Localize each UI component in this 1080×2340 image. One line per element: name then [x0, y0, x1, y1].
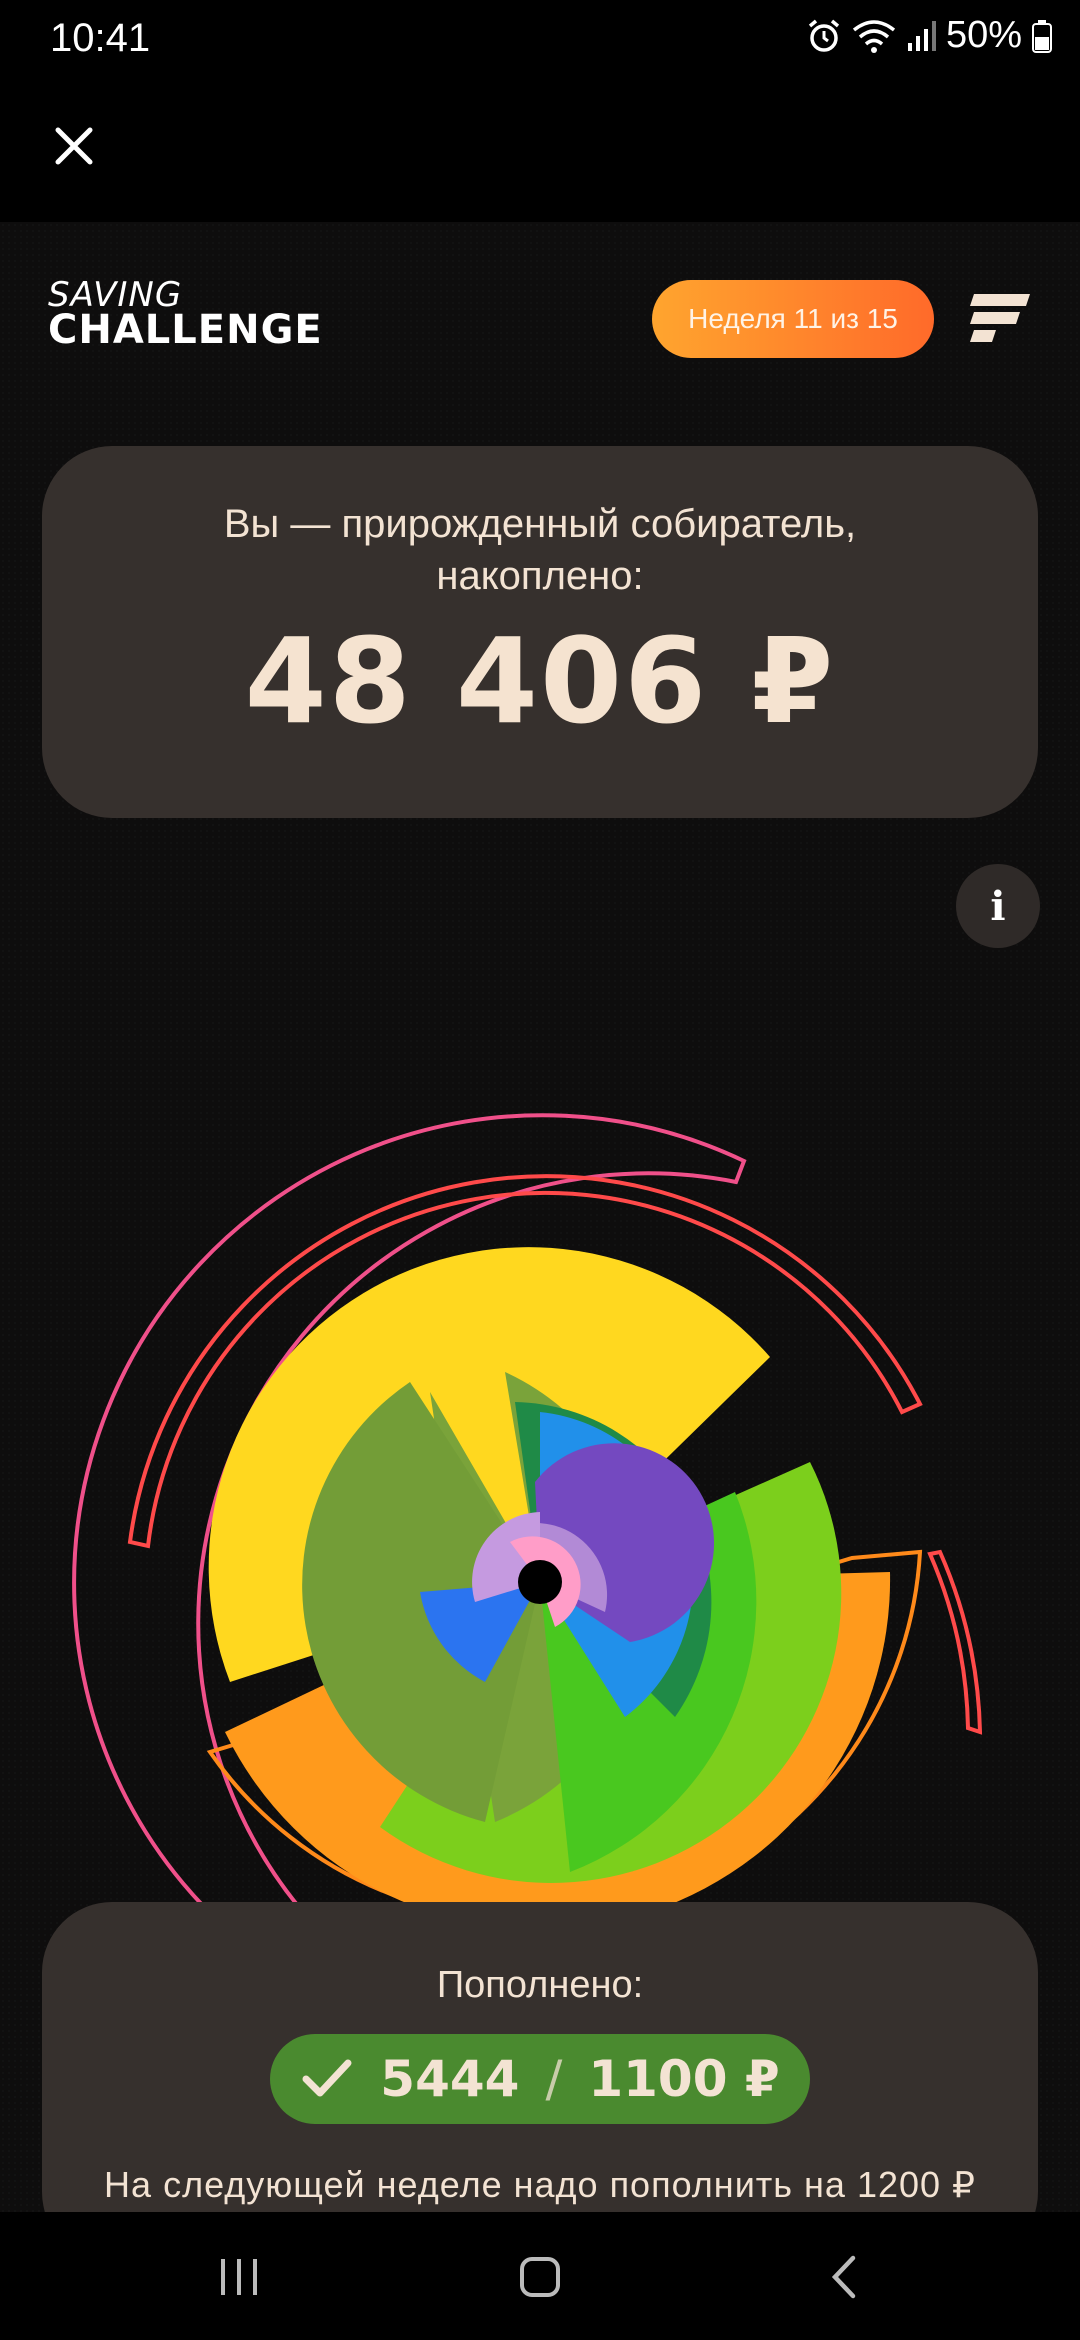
- home-button[interactable]: [495, 2242, 585, 2312]
- outline-arc-red-right: [927, 1549, 983, 1735]
- menu-button[interactable]: [966, 290, 1034, 348]
- status-bar: 10:41 50%: [0, 0, 1080, 82]
- status-icons: 50%: [806, 14, 1052, 57]
- top-app-bar: [0, 82, 1080, 222]
- menu-icon: [970, 294, 1030, 342]
- deposit-target: 1100 ₽: [588, 2050, 780, 2108]
- back-icon: [831, 2255, 856, 2299]
- content: SAVING CHALLENGE Неделя 11 из 15 Вы — пр…: [0, 222, 1080, 2212]
- close-icon: [55, 127, 93, 165]
- close-button[interactable]: [42, 114, 106, 178]
- deposit-status-pill: 5444 / 1100 ₽: [270, 2034, 810, 2124]
- check-icon: [302, 2059, 352, 2097]
- recent-apps-button[interactable]: [194, 2242, 284, 2312]
- screen: 10:41 50% SAVING CHALLENGE Неделя 11 из …: [0, 0, 1080, 2340]
- battery-icon: [1032, 19, 1052, 53]
- battery-percent: 50%: [945, 14, 1022, 56]
- status-time: 10:41: [50, 16, 151, 60]
- logo-bottom-text: CHALLENGE: [48, 307, 323, 353]
- wifi-icon: [852, 19, 896, 53]
- deposit-card: Пополнено: 5444 / 1100 ₽ На следующей не…: [42, 1902, 1038, 2212]
- summary-message-line2: накоплено:: [436, 554, 644, 598]
- deposit-title: Пополнено:: [436, 1964, 644, 2006]
- deposit-separator: /: [545, 2050, 563, 2108]
- signal-icon: [907, 20, 936, 51]
- week-progress-badge[interactable]: Неделя 11 из 15: [652, 280, 934, 358]
- saved-amount: 48 406 ₽: [244, 612, 836, 750]
- alarm-icon: [808, 19, 840, 52]
- saving-challenge-logo: SAVING CHALLENGE: [48, 278, 323, 350]
- home-icon: [520, 2257, 560, 2297]
- savings-summary-card: Вы — прирожденный собиратель, накоплено:…: [42, 446, 1038, 818]
- next-week-note: На следующей неделе надо пополнить на 12…: [104, 2164, 976, 2205]
- system-nav-bar: [0, 2212, 1080, 2340]
- back-button[interactable]: [798, 2242, 888, 2312]
- deposit-current: 5444: [380, 2050, 520, 2108]
- summary-message-line1: Вы — прирожденный собиратель,: [223, 502, 857, 546]
- chart-center-hole: [518, 1560, 562, 1604]
- recent-apps-icon: [221, 2259, 257, 2295]
